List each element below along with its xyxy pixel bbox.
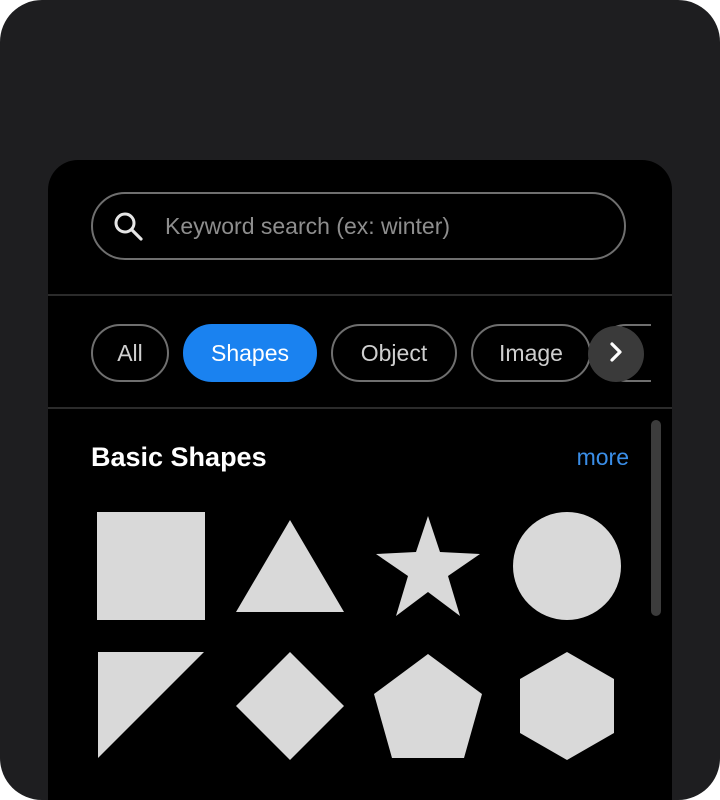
tab-label: All <box>117 339 143 366</box>
search-bar[interactable] <box>91 192 626 260</box>
shape-triangle[interactable] <box>234 516 346 628</box>
shape-square[interactable] <box>95 510 207 622</box>
tab-image[interactable]: Image <box>471 324 591 382</box>
stickers-panel: All Shapes Object Image Basic Shapes mor… <box>48 160 672 800</box>
scrollbar[interactable] <box>651 420 661 616</box>
section-title: Basic Shapes <box>91 442 267 472</box>
shape-diamond[interactable] <box>234 650 346 762</box>
search-icon <box>111 209 145 243</box>
divider <box>48 407 672 409</box>
tab-object[interactable]: Object <box>331 324 457 382</box>
tab-label: Object <box>360 339 428 366</box>
divider <box>48 294 672 296</box>
tab-shapes[interactable]: Shapes <box>183 324 317 382</box>
shape-hexagon[interactable] <box>511 650 623 762</box>
shape-circle[interactable] <box>511 510 623 622</box>
shape-pentagon[interactable] <box>372 652 484 764</box>
shape-right-triangle[interactable] <box>96 650 208 762</box>
scroll-tabs-button[interactable] <box>588 326 644 382</box>
category-tabs: All Shapes Object Image <box>91 324 651 382</box>
shape-star[interactable] <box>372 512 484 624</box>
search-input[interactable] <box>163 211 604 241</box>
chevron-right-icon <box>605 341 627 368</box>
tab-all[interactable]: All <box>91 324 169 382</box>
more-link[interactable]: more <box>577 444 629 471</box>
tab-label: Image <box>499 339 563 366</box>
device-frame: All Shapes Object Image Basic Shapes mor… <box>0 0 720 800</box>
tab-label: Shapes <box>210 339 289 366</box>
